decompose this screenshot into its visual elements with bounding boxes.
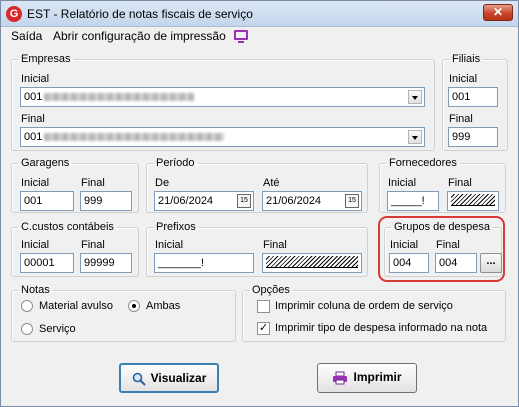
- fornecedores-inicial-input[interactable]: _____!: [387, 191, 439, 211]
- custos-final-input[interactable]: 99999: [80, 253, 132, 273]
- fornecedores-inicial-label: Inicial: [388, 177, 417, 189]
- empresas-inicial-label: Inicial: [21, 73, 50, 85]
- empresas-inicial-select[interactable]: 001: [20, 87, 425, 107]
- prefixos-final-mask: [266, 256, 358, 268]
- periodo-ate-value: 21/06/2024: [266, 195, 322, 207]
- calendar-icon[interactable]: 15: [345, 194, 359, 208]
- title-bar: G EST - Relatório de notas fiscais de se…: [1, 1, 518, 27]
- prefixos-final-input[interactable]: [262, 253, 362, 273]
- radio-material-avulso[interactable]: [21, 300, 33, 312]
- periodo-de-label: De: [155, 177, 170, 189]
- garagens-final-input[interactable]: 999: [80, 191, 132, 211]
- filiais-inicial-input[interactable]: 001: [448, 87, 498, 107]
- menu-bar: Saída Abrir configuração de impressão: [1, 27, 518, 45]
- custos-inicial-input[interactable]: 00001: [20, 253, 74, 273]
- monitor-icon[interactable]: [234, 30, 248, 43]
- menu-abrir-configuracao[interactable]: Abrir configuração de impressão: [53, 29, 226, 43]
- periodo-ate-label: Até: [263, 177, 280, 189]
- periodo-de-value: 21/06/2024: [158, 195, 214, 207]
- custos-inicial-label: Inicial: [21, 239, 50, 251]
- fornecedores-legend: Fornecedores: [389, 157, 457, 169]
- garagens-inicial-input[interactable]: 001: [20, 191, 74, 211]
- menu-saida[interactable]: Saída: [11, 29, 42, 43]
- empresas-final-select[interactable]: 001: [20, 127, 425, 147]
- prefixos-inicial-label: Inicial: [155, 239, 184, 251]
- checkbox-tipo-despesa-label[interactable]: Imprimir tipo de despesa informado na no…: [275, 322, 487, 334]
- fornecedores-final-label: Final: [448, 177, 472, 189]
- calendar-icon[interactable]: 15: [237, 194, 251, 208]
- garagens-inicial-label: Inicial: [21, 177, 50, 189]
- app-logo-icon: G: [6, 6, 22, 22]
- filiais-inicial-label: Inicial: [449, 73, 478, 85]
- garagens-final-label: Final: [81, 177, 105, 189]
- fornecedores-final-input[interactable]: [447, 191, 499, 211]
- radio-servico-label[interactable]: Serviço: [39, 323, 76, 335]
- redacted-name: [44, 93, 195, 102]
- custos-final-label: Final: [81, 239, 105, 251]
- filiais-final-label: Final: [449, 113, 473, 125]
- periodo-ate-input[interactable]: 21/06/2024 15: [262, 191, 362, 211]
- imprimir-button[interactable]: Imprimir: [317, 363, 417, 393]
- report-window: G EST - Relatório de notas fiscais de se…: [0, 0, 519, 407]
- radio-servico[interactable]: [21, 323, 33, 335]
- empresas-inicial-value: 001: [24, 91, 43, 103]
- fornecedores-final-mask: [451, 194, 495, 206]
- custos-legend: C.custos contábeis: [21, 221, 114, 233]
- garagens-legend: Garagens: [21, 157, 70, 169]
- checkbox-ordem-servico-label[interactable]: Imprimir coluna de ordem de serviço: [275, 300, 453, 312]
- empresas-final-label: Final: [21, 113, 45, 125]
- radio-ambas-label[interactable]: Ambas: [146, 300, 180, 312]
- close-button[interactable]: ✕: [483, 4, 513, 21]
- visualizar-button[interactable]: Visualizar: [119, 363, 219, 393]
- opcoes-legend: Opções: [252, 284, 290, 296]
- chevron-down-icon[interactable]: [408, 130, 422, 144]
- highlight-annotation: [378, 216, 505, 282]
- filiais-legend: Filiais: [452, 53, 481, 65]
- notas-legend: Notas: [21, 284, 50, 296]
- visualizar-label: Visualizar: [150, 371, 207, 385]
- empresas-final-value: 001: [24, 131, 43, 143]
- filiais-final-input[interactable]: 999: [448, 127, 498, 147]
- radio-material-avulso-label[interactable]: Material avulso: [39, 300, 113, 312]
- printer-icon: [333, 371, 348, 385]
- periodo-legend: Período: [156, 157, 195, 169]
- redacted-name: [44, 133, 225, 142]
- empresas-legend: Empresas: [21, 53, 71, 65]
- prefixos-inicial-input[interactable]: _______!: [154, 253, 254, 273]
- window-title: EST - Relatório de notas fiscais de serv…: [27, 7, 253, 21]
- imprimir-label: Imprimir: [353, 370, 402, 384]
- magnifier-icon: [132, 372, 146, 386]
- prefixos-legend: Prefixos: [156, 221, 196, 233]
- periodo-de-input[interactable]: 21/06/2024 15: [154, 191, 254, 211]
- prefixos-final-label: Final: [263, 239, 287, 251]
- chevron-down-icon[interactable]: [408, 90, 422, 104]
- checkbox-ordem-servico[interactable]: [257, 300, 270, 313]
- radio-ambas[interactable]: [128, 300, 140, 312]
- checkbox-tipo-despesa[interactable]: ✓: [257, 322, 270, 335]
